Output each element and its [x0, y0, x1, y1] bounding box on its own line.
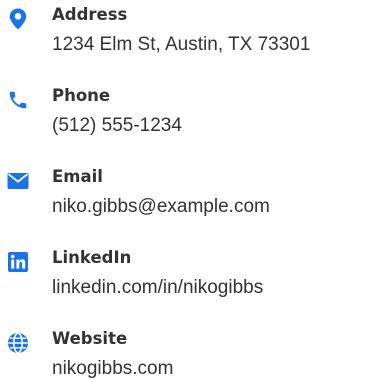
contact-item-email: Email niko.gibbs@example.com: [0, 162, 372, 224]
email-value: niko.gibbs@example.com: [52, 196, 270, 217]
linkedin-icon: [7, 251, 29, 273]
phone-value: (512) 555-1234: [52, 115, 182, 136]
email-label: Email: [52, 167, 103, 186]
phone-label: Phone: [52, 86, 111, 105]
website-value: nikogibbs.com: [52, 358, 174, 379]
envelope-icon: [7, 170, 29, 192]
linkedin-label: LinkedIn: [52, 248, 132, 267]
website-label: Website: [52, 329, 128, 348]
contact-item-linkedin: LinkedIn linkedin.com/in/nikogibbs: [0, 243, 372, 305]
phone-icon: [7, 89, 29, 111]
globe-icon: [7, 332, 29, 354]
contact-item-website: Website nikogibbs.com: [0, 324, 372, 386]
linkedin-value: linkedin.com/in/nikogibbs: [52, 277, 264, 298]
contact-item-phone: Phone (512) 555-1234: [0, 81, 372, 143]
address-label: Address: [52, 5, 128, 24]
contact-item-address: Address 1234 Elm St, Austin, TX 73301: [0, 0, 372, 62]
map-pin-icon: [7, 8, 29, 30]
address-value: 1234 Elm St, Austin, TX 73301: [52, 34, 311, 55]
